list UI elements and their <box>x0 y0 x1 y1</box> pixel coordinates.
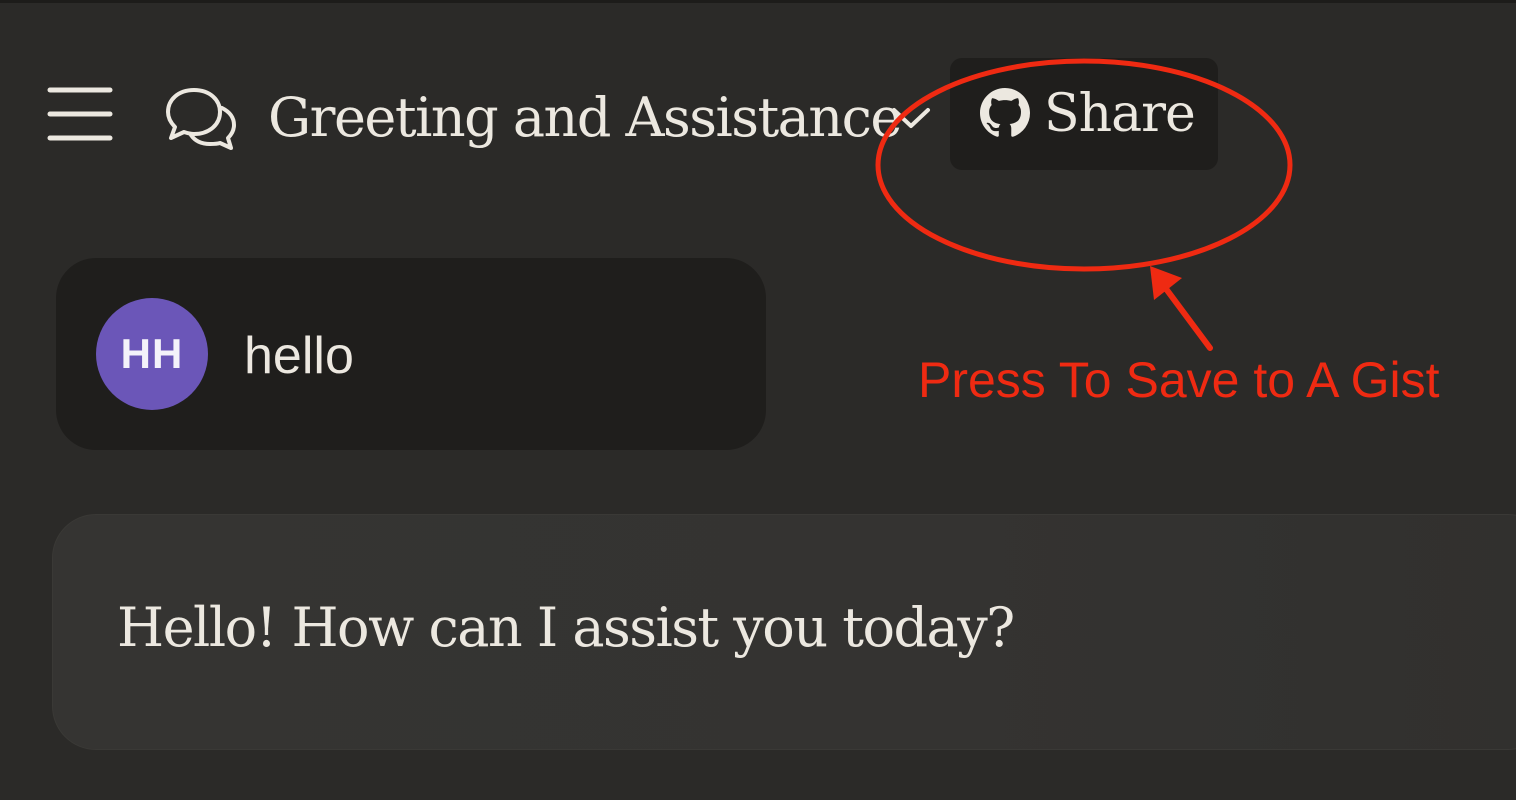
user-message-text: hello <box>244 327 354 385</box>
chevron-down-icon[interactable] <box>886 98 936 138</box>
user-message: HH hello <box>56 258 766 450</box>
hamburger-menu-icon[interactable] <box>44 82 116 146</box>
annotation-note: Press To Save to A Gist <box>918 352 1440 408</box>
avatar: HH <box>96 298 208 410</box>
share-button-label: Share <box>1044 84 1196 144</box>
conversation-header: Greeting and Assistance Share Press To S… <box>0 40 1516 408</box>
assistant-message: Hello! How can I assist you today? <box>52 514 1516 750</box>
assistant-message-text: Hello! How can I assist you today? <box>117 596 1015 659</box>
github-icon <box>980 88 1030 138</box>
conversation-title[interactable]: Greeting and Assistance <box>268 84 902 152</box>
annotation-arrow <box>1150 266 1213 351</box>
share-button[interactable]: Share <box>950 58 1218 170</box>
chat-bubbles-icon <box>164 86 238 152</box>
window-top-border <box>0 0 1516 3</box>
